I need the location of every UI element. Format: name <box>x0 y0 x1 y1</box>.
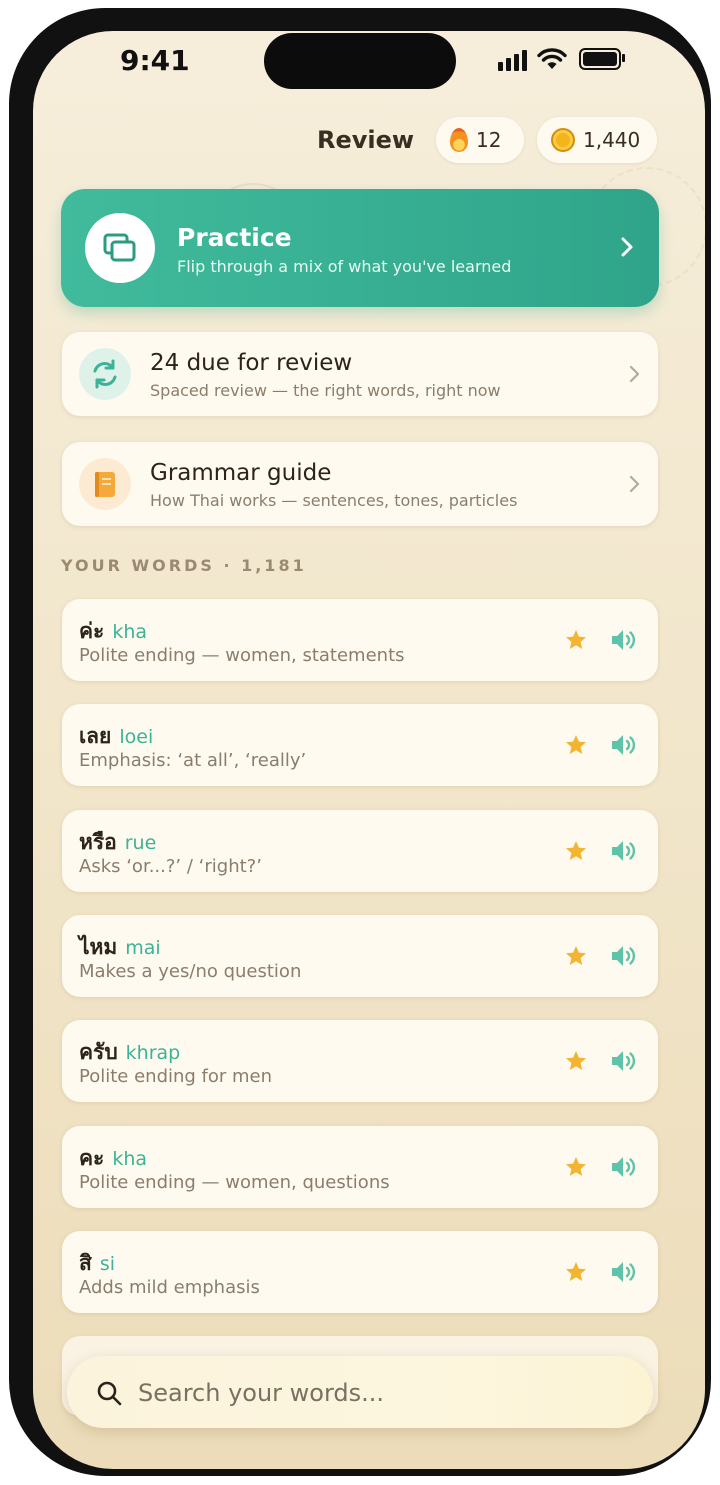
practice-icon-circle <box>85 213 155 283</box>
word-romanization: kha <box>112 1148 148 1170</box>
due-review-subtitle: Spaced review — the right words, right n… <box>150 381 501 400</box>
speaker-icon[interactable] <box>609 1259 639 1285</box>
word-definition: Adds mild emphasis <box>79 1277 260 1298</box>
star-icon[interactable] <box>564 839 588 863</box>
star-icon[interactable] <box>564 1155 588 1179</box>
word-romanization: kha <box>112 621 148 643</box>
word-thai-text: ค่ะ <box>79 619 105 643</box>
chevron-right-icon <box>621 237 633 257</box>
practice-title: Practice <box>177 223 292 252</box>
word-card[interactable]: เลย loei Emphasis: ‘at all’, ‘really’ <box>62 704 658 786</box>
word-thai: เลย loei <box>79 720 153 753</box>
practice-card[interactable]: Practice Flip through a mix of what you'… <box>61 189 659 307</box>
wifi-icon <box>537 48 567 69</box>
search-bar[interactable]: Search your words... <box>67 1356 653 1428</box>
speaker-icon[interactable] <box>609 838 639 864</box>
coin-icon <box>551 128 575 152</box>
due-review-card[interactable]: 24 due for review Spaced review — the ri… <box>62 332 658 416</box>
word-thai: ไหม mai <box>79 931 161 964</box>
word-card[interactable]: หรือ rue Asks ‘or...?’ / ‘right?’ <box>62 810 658 892</box>
word-definition: Polite ending — women, statements <box>79 645 405 666</box>
word-thai-text: หรือ <box>79 830 117 854</box>
dynamic-island <box>264 33 456 89</box>
word-thai-text: สิ <box>79 1251 92 1275</box>
grammar-guide-subtitle: How Thai works — sentences, tones, parti… <box>150 491 518 510</box>
battery-icon <box>579 48 625 70</box>
star-icon[interactable] <box>564 1049 588 1073</box>
chevron-right-icon <box>629 475 640 493</box>
word-definition: Polite ending — women, questions <box>79 1172 390 1193</box>
word-thai-text: เลย <box>79 724 112 748</box>
speaker-icon[interactable] <box>609 1154 639 1180</box>
book-icon-circle <box>79 458 131 510</box>
word-definition: Makes a yes/no question <box>79 961 302 982</box>
word-thai-text: คะ <box>79 1146 105 1170</box>
book-icon <box>95 472 115 497</box>
word-romanization: rue <box>124 832 157 854</box>
refresh-icon-circle <box>79 348 131 400</box>
status-icons <box>498 47 625 71</box>
word-thai: หรือ rue <box>79 826 156 859</box>
grammar-guide-title: Grammar guide <box>150 460 332 486</box>
practice-subtitle: Flip through a mix of what you've learne… <box>177 257 512 276</box>
word-definition: Asks ‘or...?’ / ‘right?’ <box>79 856 262 877</box>
word-definition: Emphasis: ‘at all’, ‘really’ <box>79 750 307 771</box>
page-title: Review <box>317 126 415 154</box>
search-input[interactable]: Search your words... <box>138 1379 384 1407</box>
status-time: 9:41 <box>120 44 190 77</box>
word-card[interactable]: สิ si Adds mild emphasis <box>62 1231 658 1313</box>
cellular-signal-icon <box>498 47 527 71</box>
word-card[interactable]: ค่ะ kha Polite ending — women, statements <box>62 599 658 681</box>
star-icon[interactable] <box>564 944 588 968</box>
words-section-label: YOUR WORDS · 1,181 <box>61 556 307 575</box>
word-romanization: loei <box>119 726 154 748</box>
chevron-right-icon <box>629 365 640 383</box>
speaker-icon[interactable] <box>609 627 639 653</box>
speaker-icon[interactable] <box>609 1048 639 1074</box>
star-icon[interactable] <box>564 628 588 652</box>
word-thai: ค่ะ kha <box>79 615 147 648</box>
coin-count: 1,440 <box>583 128 641 152</box>
flame-icon <box>450 128 468 152</box>
streak-badge[interactable]: 12 <box>436 117 524 163</box>
word-card[interactable]: ครับ khrap Polite ending for men <box>62 1020 658 1102</box>
word-definition: Polite ending for men <box>79 1066 273 1087</box>
speaker-icon[interactable] <box>609 943 639 969</box>
word-romanization: mai <box>125 937 161 959</box>
streak-count: 12 <box>476 128 502 152</box>
word-thai: ครับ khrap <box>79 1036 180 1069</box>
word-thai-text: ครับ <box>79 1040 118 1064</box>
word-card[interactable]: คะ kha Polite ending — women, questions <box>62 1126 658 1208</box>
word-card[interactable]: ไหม mai Makes a yes/no question <box>62 915 658 997</box>
word-romanization: khrap <box>125 1042 181 1064</box>
cards-icon <box>103 233 136 262</box>
due-review-title: 24 due for review <box>150 350 353 376</box>
star-icon[interactable] <box>564 733 588 757</box>
coins-badge[interactable]: 1,440 <box>537 117 657 163</box>
word-thai-text: ไหม <box>79 935 118 959</box>
word-thai: สิ si <box>79 1247 115 1280</box>
grammar-guide-card[interactable]: Grammar guide How Thai works — sentences… <box>62 442 658 526</box>
star-icon[interactable] <box>564 1260 588 1284</box>
speaker-icon[interactable] <box>609 732 639 758</box>
word-thai: คะ kha <box>79 1142 147 1175</box>
refresh-icon <box>93 359 117 389</box>
search-icon <box>97 1381 122 1406</box>
word-romanization: si <box>99 1253 116 1275</box>
